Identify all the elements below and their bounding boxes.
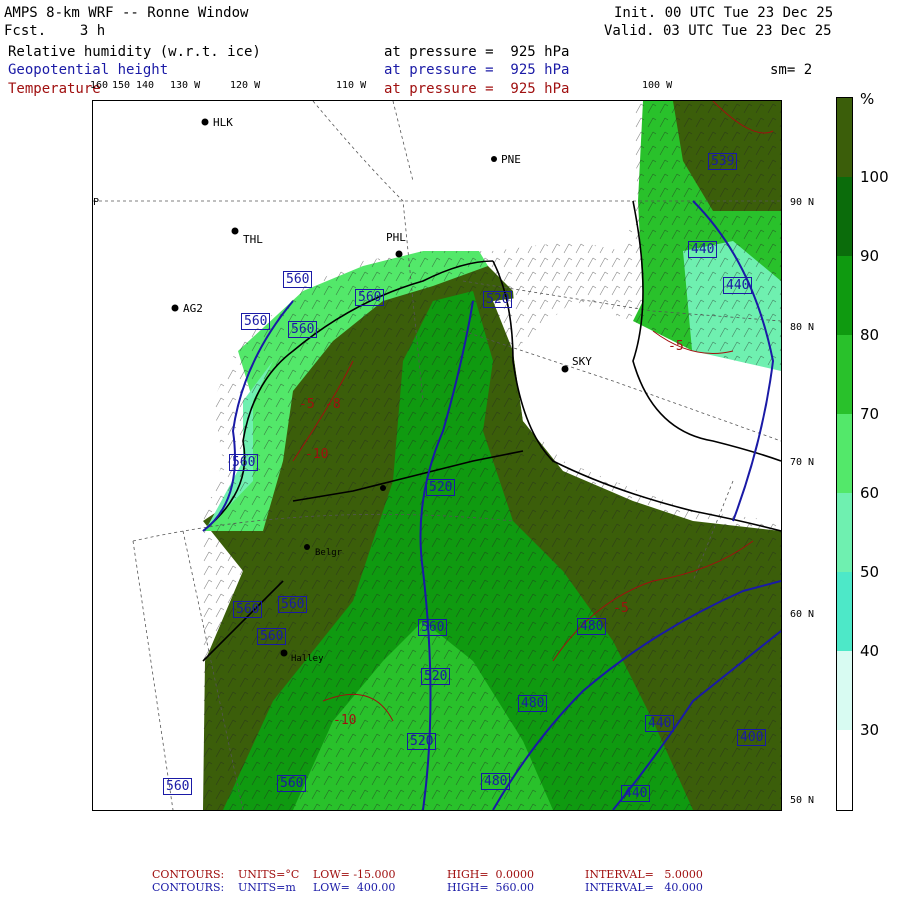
- height-contour-label: 440: [645, 715, 675, 732]
- lon-label: 110 W: [336, 80, 367, 91]
- colorbar-tick: 50: [860, 563, 880, 581]
- temp-contour-label: -5: [613, 601, 629, 616]
- lon-label: 120 W: [230, 80, 261, 91]
- height-contour-label: 560: [257, 628, 287, 645]
- temp-contour-label: -5: [299, 397, 315, 412]
- height-contour-label: 480: [481, 773, 511, 790]
- height-contour-label: 560: [233, 601, 263, 618]
- footer-temp-units: UNITS=°C: [238, 868, 300, 881]
- station-gp-fragment: GP: [93, 197, 100, 208]
- height-contour-label: 520: [421, 668, 451, 685]
- footer-height-high: HIGH= 560.00: [447, 881, 535, 894]
- station-pne: PNE: [501, 153, 521, 166]
- temp-contour-label: -8: [325, 397, 341, 412]
- field-rh-level: at pressure = 925 hPa: [384, 44, 570, 60]
- colorbar-tick: 70: [860, 405, 880, 423]
- height-contour-label: 480: [577, 618, 607, 635]
- valid-time: Valid. 03 UTC Tue 23 Dec 25: [604, 23, 832, 39]
- station-ag2: AG2: [183, 302, 203, 315]
- colorbar-tick: 90: [860, 247, 880, 265]
- station-hlk: HLK: [213, 116, 233, 129]
- height-contour-label: 520: [426, 479, 456, 496]
- footer-height-low: LOW= 400.00: [313, 881, 396, 894]
- colorbar-unit: %: [860, 90, 875, 108]
- colorbar-segment: [837, 414, 852, 493]
- station-belgrano: Belgr: [315, 548, 343, 558]
- lat-label: 80 N: [790, 322, 815, 333]
- field-temp-level: at pressure = 925 hPa: [384, 81, 570, 97]
- map-title: AMPS 8-km WRF -- Ronne Window: [4, 5, 249, 21]
- colorbar-segment: [837, 98, 852, 177]
- colorbar-segment: [837, 256, 852, 335]
- height-contour-label: 400: [737, 729, 767, 746]
- lat-label: 50 N: [790, 795, 815, 806]
- height-contour-label: 560: [163, 778, 193, 795]
- colorbar-segment: [837, 177, 852, 256]
- height-contour-label: 520: [483, 291, 513, 308]
- field-height-level: at pressure = 925 hPa: [384, 62, 570, 78]
- colorbar: [836, 97, 853, 811]
- height-contour-label: 560: [418, 619, 448, 636]
- colorbar-segment: [837, 335, 852, 414]
- colorbar-segment: [837, 493, 852, 572]
- blank-region-sw: [93, 521, 203, 810]
- lat-label: 60 N: [790, 609, 815, 620]
- height-contour-label: 440: [723, 277, 753, 294]
- field-height-name: Geopotential height: [8, 62, 169, 78]
- colorbar-tick: 30: [860, 721, 880, 739]
- height-contour-label: 440: [621, 785, 651, 802]
- colorbar-segment: [837, 572, 852, 651]
- footer-temp-label: CONTOURS:: [152, 868, 225, 881]
- smoothing-label: sm= 2: [770, 62, 813, 78]
- colorbar-segment: [837, 651, 852, 730]
- footer-height-label: CONTOURS:: [152, 881, 225, 894]
- height-contour-label: 560: [283, 271, 313, 288]
- height-contour-label: 560: [355, 289, 385, 306]
- colorbar-tick: 60: [860, 484, 880, 502]
- colorbar-tick: 40: [860, 642, 880, 660]
- lon-label: 130 W: [170, 80, 201, 91]
- lon-label: 150: [112, 80, 131, 91]
- height-contour-label: 520: [407, 733, 437, 750]
- colorbar-segment: [837, 730, 852, 810]
- lon-label: 160: [90, 80, 109, 91]
- temp-contour-label: -10: [333, 713, 357, 728]
- field-temp-name: Temperature: [8, 81, 101, 97]
- footer-temp-interval: INTERVAL= 5.0000: [585, 868, 703, 881]
- height-contour-label: 560: [241, 313, 271, 330]
- lon-label: 100 W: [642, 80, 673, 91]
- map-panel[interactable]: HLK PNE THL PHL AG2 SKY Belgr Halley GP …: [92, 100, 782, 811]
- field-rh-name: Relative humidity (w.r.t. ice): [8, 44, 261, 60]
- temp-contour-label: -5: [668, 339, 684, 354]
- station-phl: PHL: [386, 231, 406, 244]
- colorbar-tick: 80: [860, 326, 880, 344]
- colorbar-tick: 100: [860, 168, 889, 186]
- temp-contour-label: -10: [305, 447, 329, 462]
- lat-label: 90 N: [790, 197, 815, 208]
- map-canvas: [93, 101, 781, 810]
- station-halley: Halley: [291, 654, 324, 664]
- lat-label: 70 N: [790, 457, 815, 468]
- height-contour-label: 560: [278, 596, 308, 613]
- footer-temp-high: HIGH= 0.0000: [447, 868, 535, 881]
- height-contour-label: 560: [288, 321, 318, 338]
- forecast-hour: Fcst. 3 h: [4, 23, 106, 39]
- height-contour-label: 539: [708, 153, 738, 170]
- height-contour-label: 480: [518, 695, 548, 712]
- footer-height-units: UNITS=m: [238, 881, 296, 894]
- footer-temp-low: LOW= -15.000: [313, 868, 396, 881]
- height-contour-label: 440: [688, 241, 718, 258]
- init-time: Init. 00 UTC Tue 23 Dec 25: [614, 5, 834, 21]
- lon-label: 140: [136, 80, 155, 91]
- height-contour-label: 560: [229, 454, 259, 471]
- station-thl: THL: [243, 233, 263, 246]
- station-sky: SKY: [572, 355, 592, 368]
- height-contour-label: 560: [277, 775, 307, 792]
- footer-height-interval: INTERVAL= 40.000: [585, 881, 703, 894]
